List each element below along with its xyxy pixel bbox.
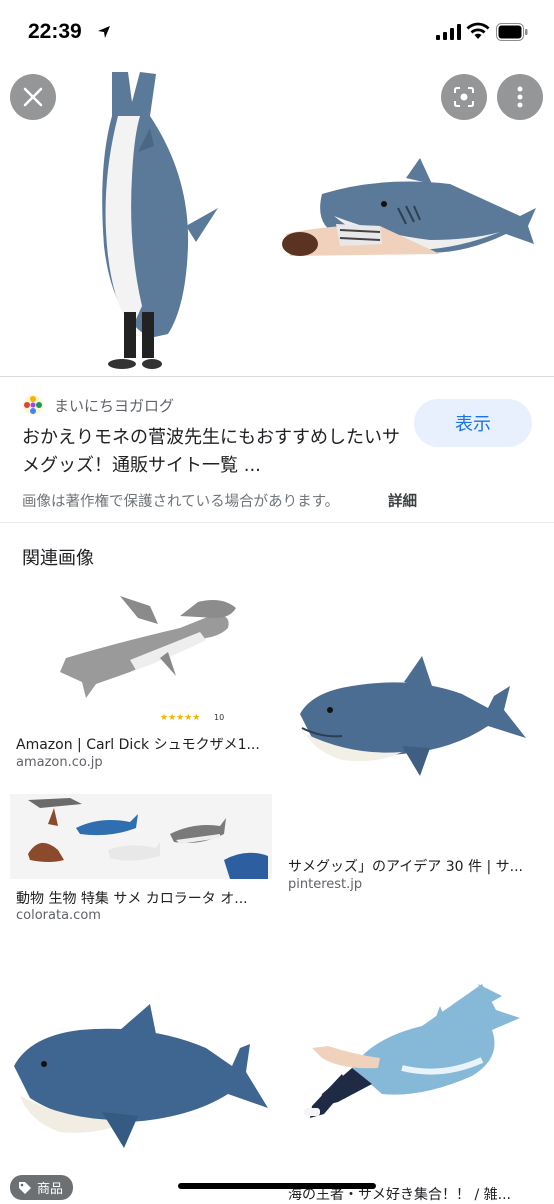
card-domain: colorata.com <box>16 908 101 923</box>
copyright-notice: 画像は著作権で保護されている場合があります。 <box>22 494 340 510</box>
related-images-heading: 関連画像 <box>22 548 94 569</box>
card-title: 動物 生物 特集 サメ カロラータ オ... <box>16 891 248 907</box>
hammerhead-shark-image: ★★★★★ 10 <box>10 588 272 724</box>
blue-shark-plush-image <box>282 588 544 848</box>
more-options-button[interactable] <box>497 74 543 120</box>
card-domain: pinterest.jp <box>288 877 363 892</box>
lens-icon <box>454 87 474 107</box>
related-image-card[interactable] <box>10 948 272 1200</box>
status-bar: 22:39 <box>0 0 554 66</box>
tag-icon <box>19 1181 31 1194</box>
status-time: 22:39 <box>28 20 82 43</box>
visit-button[interactable]: 表示 <box>414 399 532 447</box>
home-indicator[interactable] <box>178 1183 376 1189</box>
related-image-card[interactable]: サメグッズ」のアイデア 30 件 | サ... pinterest.jp <box>282 588 544 898</box>
more-vert-icon <box>517 86 523 108</box>
hero-divider <box>0 376 554 377</box>
shark-plush-with-person <box>282 158 536 256</box>
shark-sleeping-bag-hanging <box>102 72 218 369</box>
card-title: Amazon | Carl Dick シュモクザメ1... <box>16 737 260 753</box>
card-domain: amazon.co.jp <box>16 755 103 770</box>
product-badge: 商品 <box>10 1175 74 1200</box>
card-title: サメグッズ」のアイデア 30 件 | サ... <box>288 859 523 875</box>
lens-search-button[interactable] <box>441 74 487 120</box>
related-image-card[interactable]: 動物 生物 特集 サメ カロラータ オ... colorata.com <box>10 794 272 934</box>
source-name: まいにちヨガログ <box>54 396 175 415</box>
location-arrow-icon <box>98 26 110 38</box>
details-link[interactable]: 詳細 <box>388 490 417 511</box>
source-row[interactable]: まいにちヨガログ <box>22 394 174 416</box>
wifi-icon <box>466 22 490 39</box>
cellular-signal-icon <box>436 24 461 40</box>
shark-figures-image <box>10 794 272 879</box>
site-favicon-icon <box>23 395 43 415</box>
rating-count: 10 <box>214 713 224 722</box>
large-shark-plush-image <box>10 948 272 1200</box>
related-image-card[interactable]: ★★★★★ 10 Amazon | Carl Dick シュモクザメ1... a… <box>10 588 272 773</box>
result-title[interactable]: おかえりモネの菅波先生にもおすすめしたいサメグッズ！通販サイト一覧 ... <box>22 424 402 480</box>
section-divider <box>0 522 554 523</box>
product-badge-label: 商品 <box>37 1182 64 1197</box>
close-button[interactable] <box>10 74 56 120</box>
related-image-card[interactable]: 海の王者・サメ好き集合！！ / 雑... <box>282 918 544 1203</box>
svg-text:★★★★★: ★★★★★ <box>160 713 200 723</box>
person-in-shark-bag-image <box>282 918 544 1174</box>
battery-icon <box>496 23 528 41</box>
close-icon <box>23 87 43 107</box>
